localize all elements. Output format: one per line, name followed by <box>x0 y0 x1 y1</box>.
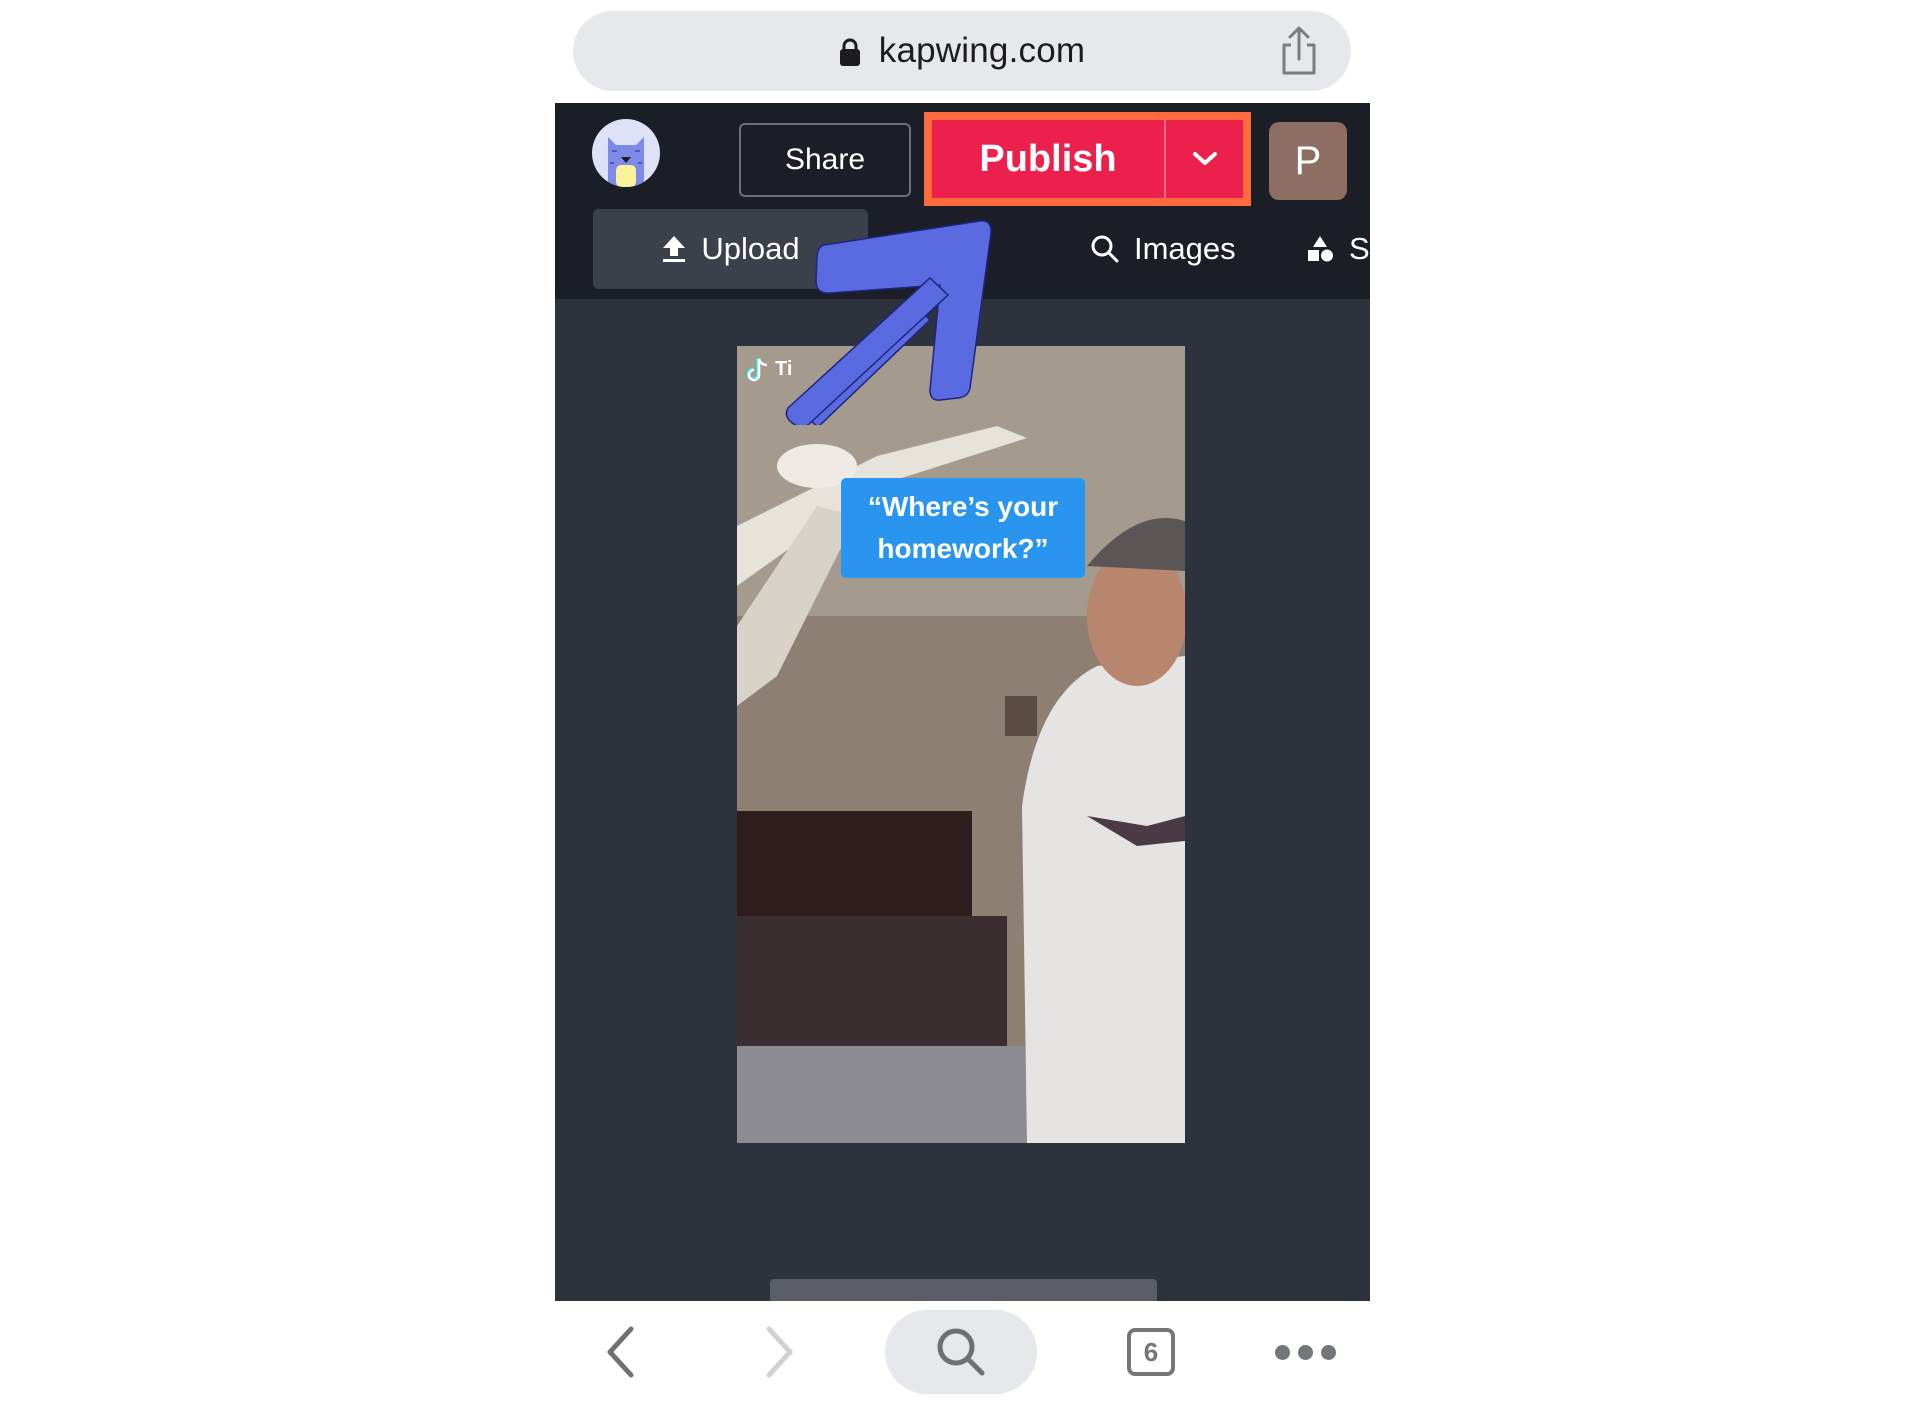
search-icon <box>1091 235 1119 263</box>
caption-line-1: “Where’s your <box>867 491 1059 522</box>
search-button[interactable] <box>885 1310 1037 1394</box>
video-scene <box>737 346 1185 1143</box>
tabs-button[interactable]: 6 <box>1121 1301 1181 1403</box>
kapwing-editor: Share Publish P Upload ext Images S Ti “… <box>555 103 1370 1301</box>
tiktok-watermark: Ti <box>747 356 792 382</box>
tabs-icon: 6 <box>1127 1328 1175 1376</box>
publish-button[interactable]: Publish <box>932 120 1164 198</box>
chevron-left-icon <box>607 1326 634 1378</box>
shapes-icon <box>1308 236 1333 262</box>
browser-bottom-toolbar: 6 <box>555 1301 1370 1403</box>
timeline-drawer-handle[interactable] <box>770 1279 1157 1301</box>
publish-dropdown-button[interactable] <box>1166 120 1243 198</box>
top-bar: Share Publish P Upload ext Images S <box>555 103 1370 299</box>
toolbar: Upload ext Images S <box>555 209 1370 289</box>
kapwing-logo[interactable] <box>592 119 660 187</box>
tool-text-label: ext <box>943 231 985 266</box>
more-button[interactable] <box>1265 1301 1345 1403</box>
tool-images-label: Images <box>1134 231 1236 266</box>
more-dots-icon <box>1274 1344 1290 1360</box>
tool-upload[interactable]: Upload <box>593 209 868 289</box>
share-button[interactable]: Share <box>739 123 911 197</box>
tool-shapes-label: S <box>1349 231 1370 266</box>
search-icon <box>937 1328 985 1376</box>
tiktok-icon <box>747 358 768 382</box>
caption-text-box[interactable]: “Where’s your homework?” <box>841 478 1085 578</box>
tool-upload-label: Upload <box>701 231 800 266</box>
publish-highlight-box: Publish <box>924 112 1251 206</box>
lock-icon <box>839 37 861 67</box>
more-dots-icon <box>1320 1344 1336 1360</box>
cat-logo-icon <box>608 137 644 187</box>
caption-line-2: homework?” <box>877 533 1049 564</box>
canvas-area: Ti “Where’s your homework?” <box>555 299 1370 1301</box>
chevron-down-icon <box>1192 152 1217 165</box>
user-avatar[interactable]: P <box>1269 122 1347 200</box>
more-dots-icon <box>1297 1344 1313 1360</box>
tiktok-watermark-text: Ti <box>775 357 793 380</box>
tool-text[interactable]: ext <box>943 209 984 289</box>
tool-images[interactable]: Images <box>1090 209 1236 289</box>
video-preview[interactable]: Ti “Where’s your homework?” <box>737 346 1185 1143</box>
share-icon[interactable] <box>1277 25 1321 77</box>
back-button[interactable] <box>595 1301 645 1403</box>
tool-shapes[interactable]: S <box>1305 209 1370 289</box>
address-bar[interactable]: kapwing.com <box>573 11 1351 91</box>
forward-button[interactable] <box>755 1301 805 1403</box>
chevron-right-icon <box>766 1326 793 1378</box>
url-text: kapwing.com <box>878 31 1086 70</box>
upload-icon <box>663 236 686 262</box>
